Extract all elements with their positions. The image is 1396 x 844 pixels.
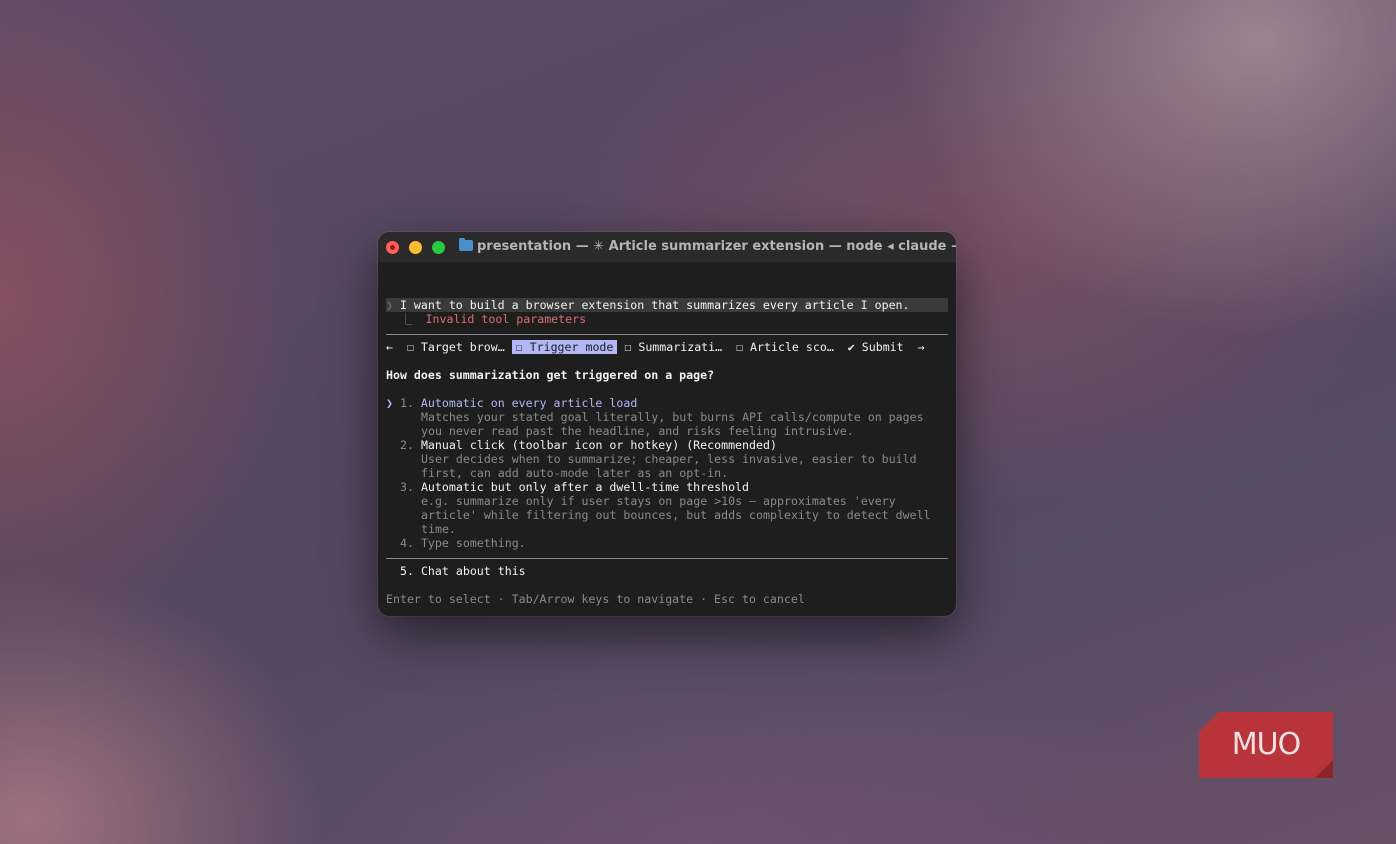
prompt-marker-icon: ❯ bbox=[386, 298, 393, 312]
divider bbox=[386, 558, 948, 559]
option-label: Manual click (toolbar icon or hotkey) (R… bbox=[420, 438, 777, 452]
option-description: first, can add auto-mode later as an opt… bbox=[421, 466, 729, 480]
window-title-text: presentation — ✳ Article summarizer exte… bbox=[477, 239, 956, 254]
user-prompt: ❯ I want to build a browser extension th… bbox=[386, 298, 910, 312]
tab-summarization[interactable]: ☐ Summarizati… bbox=[624, 340, 722, 354]
tab-submit[interactable]: ✔ Submit bbox=[848, 340, 904, 354]
tab-prev-arrow-icon[interactable]: ← bbox=[386, 340, 393, 354]
tool-error-text: Invalid tool parameters bbox=[425, 312, 587, 326]
muo-logo-text: MUO bbox=[1231, 727, 1301, 762]
tool-error: ⎿ Invalid tool parameters bbox=[386, 312, 586, 326]
option-3[interactable]: 3. Automatic but only after a dwell-time… bbox=[400, 480, 749, 494]
option-number: 1. bbox=[399, 396, 414, 410]
keyboard-hint-footer: Enter to select · Tab/Arrow keys to navi… bbox=[386, 592, 805, 606]
selection-cursor-icon: ❯ bbox=[386, 396, 393, 410]
tab-next-arrow-icon[interactable]: → bbox=[918, 340, 925, 354]
option-4-type-something[interactable]: 4. Type something. bbox=[400, 536, 526, 550]
option-label: Automatic but only after a dwell-time th… bbox=[420, 480, 750, 494]
terminal-window: presentation — ✳ Article summarizer exte… bbox=[378, 232, 956, 616]
option-1[interactable]: ❯ 1. Automatic on every article load bbox=[386, 396, 637, 410]
option-description: Matches your stated goal literally, but … bbox=[421, 410, 924, 424]
option-description: you never read past the headline, and ri… bbox=[421, 424, 854, 438]
question-heading: How does summarization get triggered on … bbox=[386, 368, 715, 382]
tab-bar: ← ☐ Target brow… ☐ Trigger mode ☐ Summar… bbox=[386, 340, 925, 354]
tree-connector-icon: ⎿ bbox=[399, 312, 412, 326]
muo-logo: MUO bbox=[1199, 712, 1333, 778]
user-prompt-text: I want to build a browser extension that… bbox=[392, 298, 910, 312]
zoom-window-button[interactable] bbox=[432, 241, 445, 254]
option-description: article' while filtering out bounces, bu… bbox=[421, 508, 931, 522]
option-5-chat[interactable]: 5. Chat about this bbox=[400, 564, 526, 578]
option-2[interactable]: 2. Manual click (toolbar icon or hotkey)… bbox=[400, 438, 777, 452]
option-label: Automatic on every article load bbox=[420, 396, 638, 410]
tab-target-browser[interactable]: ☐ Target brow… bbox=[407, 340, 505, 354]
option-description: User decides when to summarize; cheaper,… bbox=[421, 452, 917, 466]
folder-icon bbox=[459, 238, 473, 251]
option-description: e.g. summarize only if user stays on pag… bbox=[421, 494, 896, 508]
tab-article-scope[interactable]: ☐ Article sco… bbox=[736, 340, 834, 354]
option-number: 3. bbox=[400, 480, 414, 494]
terminal-content: ❯ I want to build a browser extension th… bbox=[386, 232, 948, 616]
title-bar: presentation — ✳ Article summarizer exte… bbox=[378, 232, 956, 262]
option-label: Type something. bbox=[420, 536, 526, 550]
tab-trigger-mode[interactable]: ☐ Trigger mode bbox=[511, 340, 618, 354]
divider bbox=[386, 334, 948, 335]
window-title: presentation — ✳ Article summarizer exte… bbox=[459, 238, 956, 254]
option-description: time. bbox=[421, 522, 456, 536]
option-number: 4. bbox=[400, 536, 414, 550]
option-number: 5. bbox=[400, 564, 414, 578]
option-number: 2. bbox=[400, 438, 414, 452]
option-label: Chat about this bbox=[420, 564, 526, 578]
